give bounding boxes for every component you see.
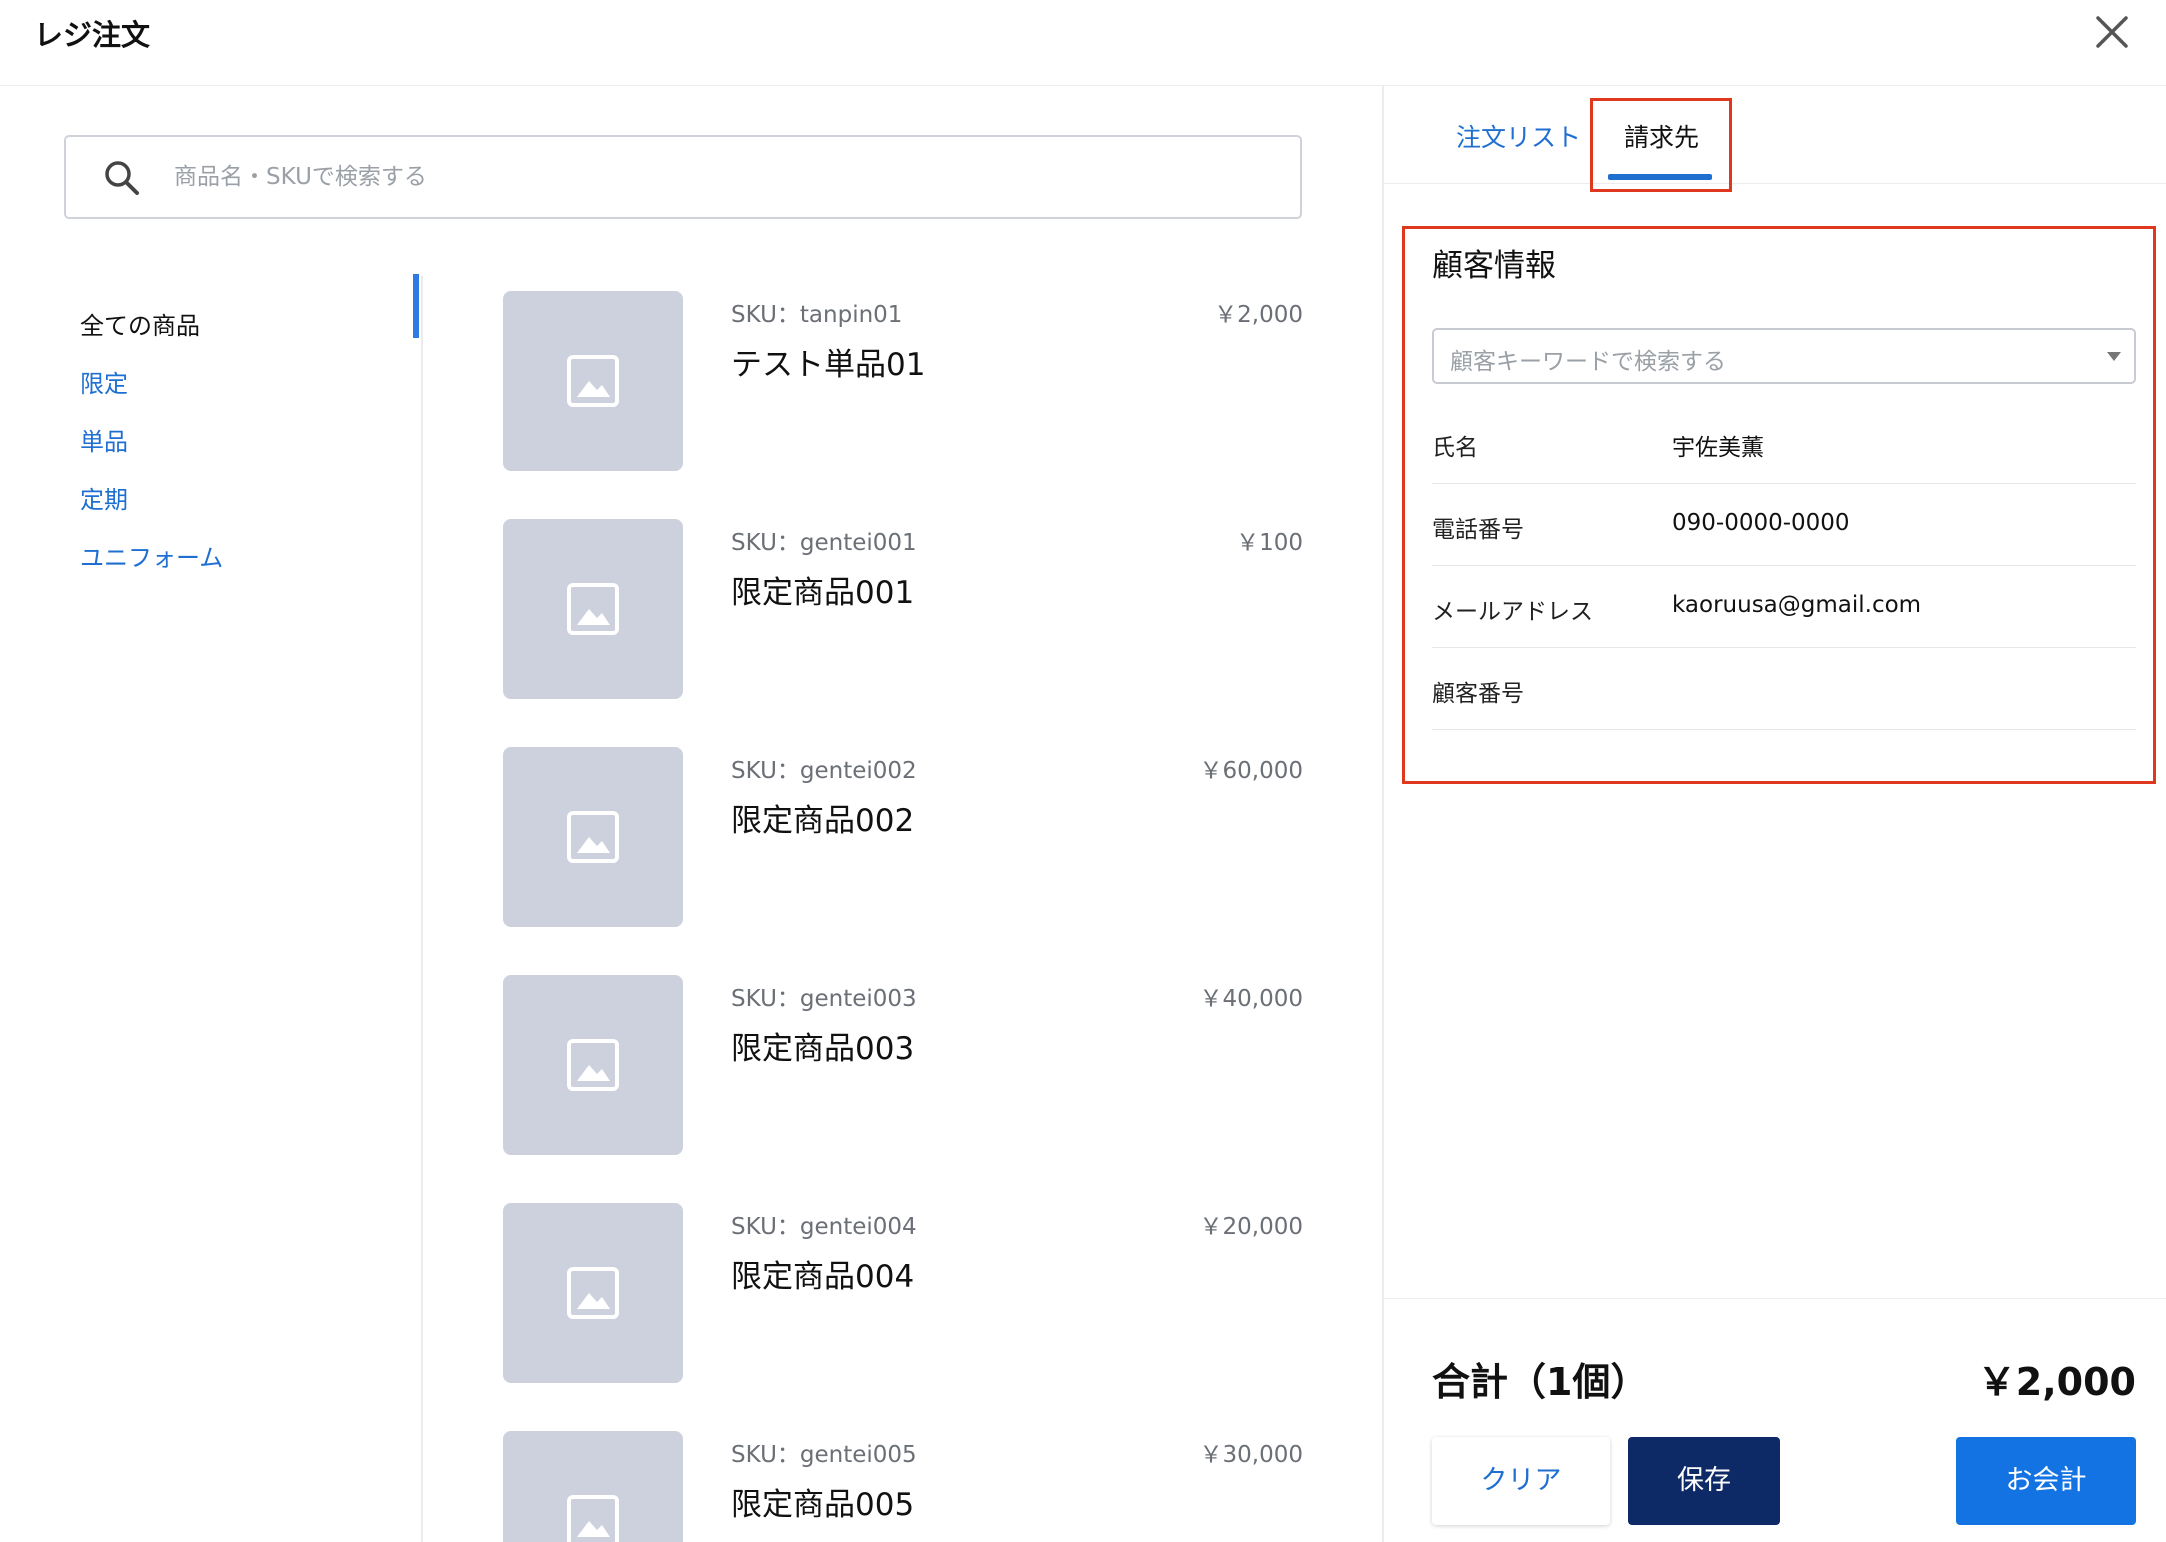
section-title: 顧客情報: [1432, 248, 1556, 284]
category-all[interactable]: 全ての商品: [80, 306, 200, 346]
product-thumbnail: [503, 519, 683, 699]
category-divider: [421, 276, 423, 1542]
product-price: ￥2,000: [1214, 302, 1303, 328]
product-sku: SKU：gentei005: [731, 1442, 917, 1468]
category-list: 全ての商品 限定 単品 定期 ユニフォーム: [0, 276, 422, 1542]
save-button[interactable]: 保存: [1628, 1437, 1780, 1525]
product-sku: SKU：gentei001: [731, 530, 917, 556]
product-thumbnail: [503, 747, 683, 927]
product-card[interactable]: SKU：gentei004 限定商品004 ￥20,000: [503, 1203, 1303, 1383]
image-icon: [567, 811, 619, 863]
order-footer: 合計（1個） ￥2,000 クリア 保存 お会計: [1384, 1298, 2166, 1542]
info-value: 090-0000-0000: [1672, 510, 1850, 536]
tab-bar: 注文リスト 請求先: [1384, 86, 2166, 192]
caret-down-icon: [2107, 352, 2121, 361]
product-sku: SKU：gentei004: [731, 1214, 917, 1240]
product-price: ￥30,000: [1199, 1442, 1303, 1468]
product-search-input[interactable]: [174, 151, 1274, 203]
info-value: 宇佐美薫: [1672, 435, 1764, 461]
image-icon: [567, 1495, 619, 1542]
tab-order-list[interactable]: 注文リスト: [1456, 118, 1581, 154]
total-value: ￥2,000: [1977, 1360, 2136, 1404]
product-price: ￥20,000: [1199, 1214, 1303, 1240]
product-name: テスト単品01: [731, 347, 926, 383]
checkout-button[interactable]: お会計: [1956, 1437, 2136, 1525]
info-label: 電話番号: [1432, 517, 1524, 543]
image-icon: [567, 583, 619, 635]
active-tab-underline: [1608, 174, 1712, 180]
page-title: レジ注文: [34, 18, 151, 52]
info-value: kaoruusa@gmail.com: [1672, 592, 1922, 618]
product-name: 限定商品002: [731, 803, 915, 839]
info-label: 顧客番号: [1432, 681, 1524, 707]
product-name: 限定商品004: [731, 1259, 915, 1295]
product-card[interactable]: SKU：gentei003 限定商品003 ￥40,000: [503, 975, 1303, 1155]
product-name: 限定商品005: [731, 1487, 915, 1523]
product-card[interactable]: SKU：tanpin01 テスト単品01 ￥2,000: [503, 291, 1303, 471]
product-card[interactable]: SKU：gentei005 限定商品005 ￥30,000: [503, 1431, 1303, 1542]
info-label: メールアドレス: [1432, 599, 1593, 625]
info-label: 氏名: [1432, 435, 1478, 461]
product-thumbnail: [503, 1431, 683, 1542]
product-card[interactable]: SKU：gentei002 限定商品002 ￥60,000: [503, 747, 1303, 927]
product-thumbnail: [503, 1203, 683, 1383]
product-thumbnail: [503, 975, 683, 1155]
category-single[interactable]: 単品: [80, 422, 128, 462]
info-row-name: 氏名 宇佐美薫: [1432, 402, 2136, 484]
header: レジ注文: [0, 0, 2166, 86]
product-search-box[interactable]: [64, 135, 1302, 219]
product-name: 限定商品001: [731, 575, 915, 611]
close-icon: [2096, 16, 2128, 48]
select-placeholder: 顧客キーワードで検索する: [1450, 349, 1726, 375]
register-order-page: レジ注文 全ての商品 限定 単品 定期 ユニフォーム: [0, 0, 2166, 1542]
product-sku: SKU：tanpin01: [731, 302, 903, 328]
image-icon: [567, 1267, 619, 1319]
category-limited[interactable]: 限定: [80, 364, 128, 404]
product-price: ￥100: [1236, 530, 1303, 556]
category-subscription[interactable]: 定期: [80, 480, 128, 520]
image-icon: [567, 1039, 619, 1091]
product-sku: SKU：gentei002: [731, 758, 917, 784]
product-thumbnail: [503, 291, 683, 471]
search-icon: [105, 161, 139, 195]
tab-billing[interactable]: 請求先: [1624, 118, 1699, 154]
info-row-phone: 電話番号 090-0000-0000: [1432, 484, 2136, 566]
clear-button[interactable]: クリア: [1432, 1437, 1610, 1525]
product-pane: 全ての商品 限定 単品 定期 ユニフォーム SKU：tanpin01 テスト単品…: [0, 86, 1382, 1542]
close-button[interactable]: [2090, 10, 2134, 54]
product-price: ￥60,000: [1199, 758, 1303, 784]
info-row-email: メールアドレス kaoruusa@gmail.com: [1432, 566, 2136, 648]
total-label: 合計（1個）: [1432, 1360, 1649, 1404]
product-name: 限定商品003: [731, 1031, 915, 1067]
customer-search-select[interactable]: 顧客キーワードで検索する: [1432, 328, 2136, 384]
product-sku: SKU：gentei003: [731, 986, 917, 1012]
category-uniform[interactable]: ユニフォーム: [80, 538, 223, 578]
customer-info-panel: 顧客情報 顧客キーワードで検索する 氏名 宇佐美薫 電話番号 090-0000-…: [1402, 226, 2158, 786]
order-pane: 注文リスト 請求先 顧客情報 顧客キーワードで検索する 氏名 宇佐美薫 電話番号…: [1384, 86, 2166, 1542]
image-icon: [567, 355, 619, 407]
product-card[interactable]: SKU：gentei001 限定商品001 ￥100: [503, 519, 1303, 699]
category-active-indicator: [413, 274, 419, 338]
info-row-customer-number: 顧客番号: [1432, 648, 2136, 730]
product-price: ￥40,000: [1199, 986, 1303, 1012]
